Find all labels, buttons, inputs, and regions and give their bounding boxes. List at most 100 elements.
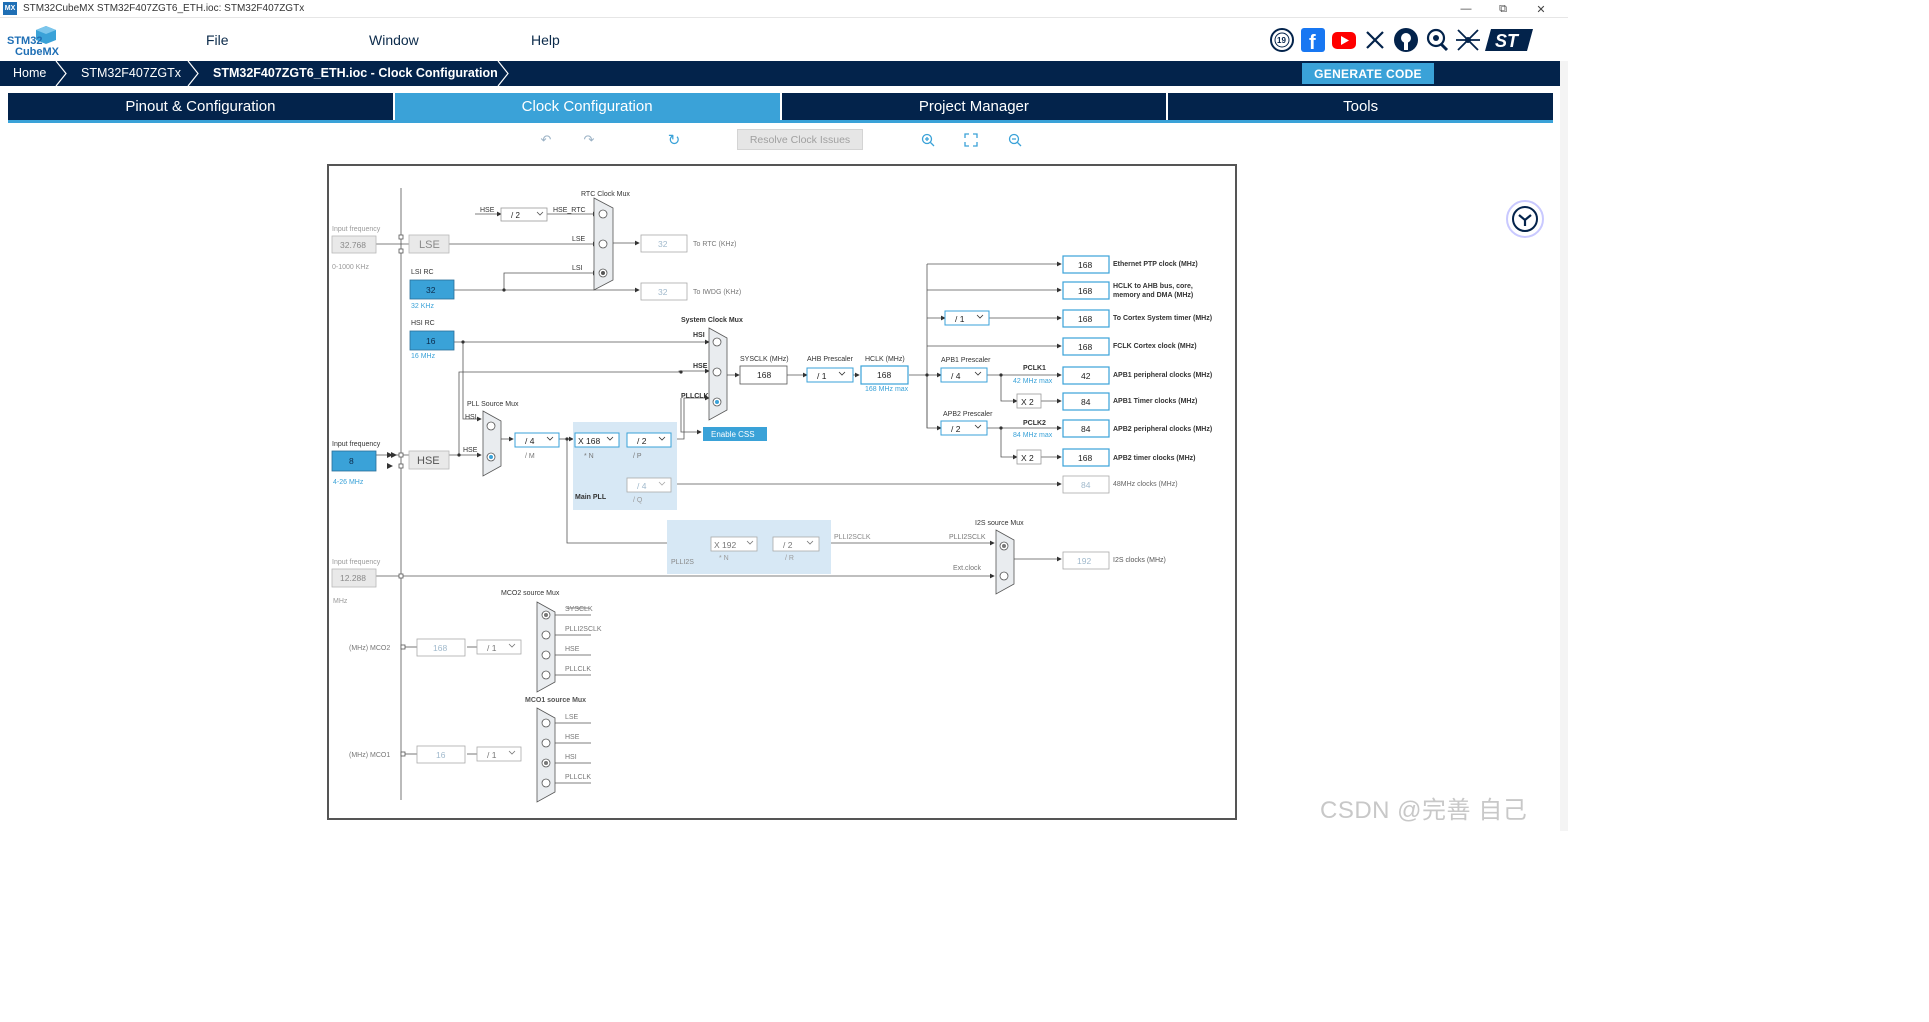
refresh-icon[interactable]: ↻ [665, 131, 683, 149]
i2s-ext-unit: MHz [333, 598, 348, 605]
lsi-rc-unit: 32 KHz [411, 303, 434, 310]
breadcrumb-home[interactable]: Home [13, 61, 46, 86]
plli2s-r-divider[interactable] [772, 536, 820, 552]
mco1-option-hse[interactable] [541, 738, 551, 748]
apb1-prescaler-value: / 4 [951, 371, 961, 381]
fit-to-screen-icon[interactable] [962, 131, 980, 149]
zoom-in-icon[interactable] [919, 131, 937, 149]
close-button[interactable]: ✕ [1524, 0, 1558, 18]
plli2s-label: PLLI2S [671, 559, 694, 566]
breadcrumb-current: STM32F407ZGT6_ETH.ioc - Clock Configurat… [213, 66, 498, 80]
mco1-output-value: 16 [436, 750, 446, 760]
output-label: APB2 peripheral clocks (MHz) [1113, 426, 1212, 433]
zoom-out-icon[interactable] [1006, 131, 1024, 149]
apb2-timer-multiplier-value: X 2 [1021, 453, 1034, 463]
apb2-prescaler[interactable] [940, 420, 988, 436]
mco2-option-hse[interactable] [541, 650, 551, 660]
sys-mux-option-hsi[interactable] [712, 337, 722, 347]
plli2s-n-value: X 192 [714, 540, 736, 550]
tab-clock[interactable]: Clock Configuration [394, 93, 782, 120]
i2s-mux-option-ext[interactable] [999, 571, 1009, 581]
facebook-icon[interactable]: f [1299, 26, 1326, 53]
logo-text-2: CubeMX [15, 46, 60, 58]
output-label: 48MHz clocks (MHz) [1113, 481, 1178, 488]
title-bar: MX STM32CubeMX STM32F407ZGT6_ETH.ioc: ST… [0, 0, 1568, 18]
minimize-button[interactable]: — [1449, 0, 1483, 18]
breadcrumb-chevron-icon [55, 61, 67, 86]
menu-window[interactable]: Window [369, 32, 419, 48]
mco2-option-plli2sclk[interactable] [541, 630, 551, 640]
iwdg-output-label: To IWDG (KHz) [693, 289, 741, 296]
mco1-divider[interactable] [476, 746, 522, 762]
right-scrollbar[interactable] [1560, 61, 1568, 831]
pll-src-option-hsi[interactable] [486, 421, 496, 431]
output-value: 168 [1078, 260, 1092, 270]
hse-label: HSE [417, 455, 440, 467]
assistant-icon[interactable] [1506, 200, 1544, 238]
mco1-option-lse[interactable] [541, 718, 551, 728]
mco2-divider[interactable] [476, 639, 522, 655]
sys-mux-pllclk-label: PLLCLK [681, 393, 709, 400]
resolve-clock-issues-button[interactable]: Resolve Clock Issues [737, 129, 863, 150]
i2s-source-mux[interactable] [995, 529, 1015, 595]
pll-m-divider[interactable] [514, 432, 560, 448]
output-label-line2: memory and DMA (MHz) [1113, 292, 1193, 299]
pll-q-divider[interactable] [626, 477, 672, 493]
rtc-mux-option-hse[interactable] [598, 209, 608, 219]
rtc-mux-option-lse[interactable] [598, 239, 608, 249]
github-icon[interactable] [1392, 26, 1419, 53]
cortex-timer-divider[interactable] [944, 310, 990, 326]
mco2-input-label: PLLI2SCLK [565, 626, 602, 633]
plli2s-n-label: * N [719, 555, 729, 562]
menu-file[interactable]: File [206, 32, 229, 48]
undo-icon[interactable]: ↶ [537, 131, 555, 149]
hsi-rc-unit: 16 MHz [411, 353, 436, 360]
pll-p-value: / 2 [637, 436, 647, 446]
ahb-prescaler[interactable] [806, 367, 854, 383]
lsi-rc-title: LSI RC [411, 269, 434, 276]
plli2s-out-label: PLLI2SCLK [834, 534, 871, 541]
breadcrumb-device[interactable]: STM32F407ZGTx [81, 61, 181, 86]
pll-p-divider[interactable] [626, 432, 672, 448]
hse-frequency-value: 8 [349, 456, 354, 466]
output-value: 168 [1078, 342, 1092, 352]
output-value: 168 [1078, 286, 1092, 296]
hclk-value: 168 [877, 370, 891, 380]
generate-code-button[interactable]: GENERATE CODE [1302, 63, 1434, 84]
youtube-icon[interactable] [1330, 26, 1357, 53]
apb1-prescaler[interactable] [940, 367, 988, 383]
hclk-title: HCLK (MHz) [865, 356, 905, 363]
pll-source-mux[interactable] [482, 410, 502, 477]
ahb-prescaler-value: / 1 [817, 371, 827, 381]
restore-button[interactable]: ⧉ [1486, 0, 1520, 18]
sys-mux-option-hse[interactable] [712, 367, 722, 377]
community-icon[interactable] [1423, 26, 1450, 53]
rtc-hse-input-label: HSE [480, 207, 495, 214]
mco1-option-pllclk[interactable] [541, 778, 551, 788]
i2s-ext-input-label: Input frequency [332, 559, 381, 566]
tab-underline [8, 120, 1553, 123]
st-logo-icon[interactable]: ST [1485, 26, 1535, 53]
output-label: APB1 Timer clocks (MHz) [1113, 398, 1197, 405]
rtc-lsi-input-label: LSI [572, 265, 583, 272]
mco2-option-pllclk[interactable] [541, 670, 551, 680]
tab-pinout[interactable]: Pinout & Configuration [8, 93, 395, 120]
x-icon[interactable] [1361, 26, 1388, 53]
anniversary-badge-icon[interactable]: 19 [1268, 26, 1295, 53]
output-label: Ethernet PTP clock (MHz) [1113, 261, 1198, 268]
i2s-mux-title: I2S source Mux [975, 520, 1024, 527]
main-pll-label: Main PLL [575, 494, 607, 501]
sysclk-title: SYSCLK (MHz) [740, 356, 789, 363]
breadcrumb-chevron-icon [187, 61, 199, 86]
output-value: 84 [1081, 424, 1091, 434]
menu-help[interactable]: Help [531, 32, 560, 48]
tab-tools[interactable]: Tools [1168, 93, 1553, 120]
redo-icon[interactable]: ↷ [580, 131, 598, 149]
output-value: 168 [1078, 314, 1092, 324]
hclk-max-label: 168 MHz max [865, 386, 909, 393]
output-label: APB1 peripheral clocks (MHz) [1113, 372, 1212, 379]
network-icon[interactable] [1454, 26, 1481, 53]
tab-project-manager[interactable]: Project Manager [781, 93, 1169, 120]
hse-frequency-input[interactable] [331, 450, 377, 472]
pll-m-value: / 4 [525, 436, 535, 446]
